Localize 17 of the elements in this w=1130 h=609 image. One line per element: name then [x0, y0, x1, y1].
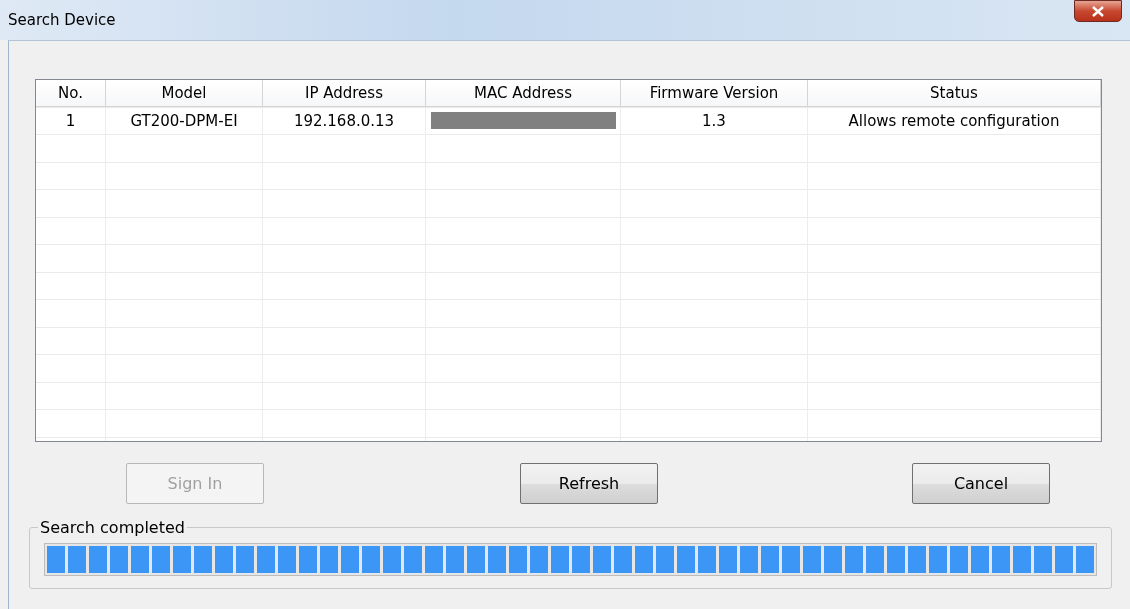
table-cell: 1	[36, 107, 106, 134]
window-title: Search Device	[8, 11, 116, 29]
table-cell: Allows remote configuration	[808, 107, 1101, 134]
table-cell: GT200-DPM-EI	[106, 107, 263, 134]
column-header[interactable]: Firmware Version	[621, 80, 808, 107]
refresh-button[interactable]: Refresh	[520, 463, 658, 504]
column-header[interactable]: IP Address	[263, 80, 426, 107]
table-cell: 1.3	[621, 107, 808, 134]
column-header[interactable]: No.	[36, 80, 106, 107]
column-header[interactable]: MAC Address	[426, 80, 621, 107]
group-label: Search completed	[39, 518, 186, 537]
close-icon	[1092, 5, 1104, 17]
table-cell: 192.168.0.13	[263, 107, 426, 134]
column-header[interactable]: Status	[808, 80, 1101, 107]
cancel-button[interactable]: Cancel	[912, 463, 1050, 504]
column-header[interactable]: Model	[106, 80, 263, 107]
close-button[interactable]	[1074, 0, 1122, 22]
